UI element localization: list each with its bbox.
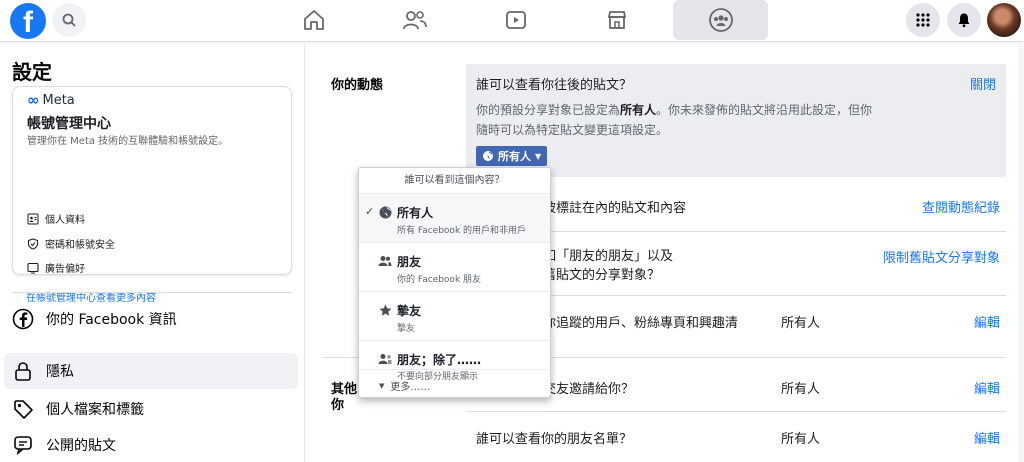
meta-brand-text: Meta: [42, 92, 75, 108]
row-divider: [466, 411, 1006, 412]
row-tagged-posts-text: 被標註在內的貼文和內容: [543, 201, 687, 216]
shield-icon: [27, 237, 39, 250]
audience-selector-label: 所有人: [498, 150, 531, 163]
search-icon: [62, 13, 76, 27]
more-options-button[interactable]: ▼ 更多……: [379, 378, 431, 394]
edit-following-link[interactable]: 編輯: [974, 312, 1000, 331]
chevron-down-icon: ▼: [535, 151, 542, 161]
lock-icon: [12, 360, 34, 382]
future-posts-question: 誰可以查看你往後的貼文？: [476, 78, 633, 93]
option-title: 朋友: [397, 255, 422, 269]
row-friend-requests-text: 交友邀請給你？: [543, 382, 635, 397]
row-friend-requests-value: 所有人: [781, 382, 821, 397]
tab-watch[interactable]: [470, 0, 562, 40]
globe-icon: [483, 151, 493, 161]
row-friends-list-value: 所有人: [781, 432, 821, 447]
accounts-item-password-security[interactable]: 密碼和帳號安全: [27, 236, 115, 251]
sidebar-item-label: 你的 Facebook 資訊: [46, 312, 177, 328]
sidebar-item-privacy[interactable]: 隱私: [4, 353, 298, 389]
friends-except-icon: [378, 352, 392, 366]
id-card-icon: [27, 213, 39, 224]
edit-friend-requests-link[interactable]: 編輯: [974, 378, 1000, 397]
audience-option-public[interactable]: ✓ 所有人 所有 Facebook 的用戶和非用戶: [359, 195, 550, 243]
accounts-center-title: 帳號管理中心: [27, 116, 111, 132]
tab-marketplace[interactable]: [571, 0, 663, 40]
globe-icon: [378, 205, 392, 219]
checkmark-icon: ✓: [365, 205, 375, 218]
accounts-item-personal-details[interactable]: 個人資料: [27, 211, 85, 226]
meta-logo: ∞ Meta: [27, 91, 75, 109]
menu-button[interactable]: [906, 3, 940, 37]
section-other-line2: 你: [331, 398, 345, 413]
friends-icon: [378, 254, 392, 268]
sidebar-item-label: 公開的貼文: [46, 438, 116, 454]
facebook-logo-letter: f: [23, 6, 33, 39]
accounts-item-label: 廣告偏好: [45, 264, 85, 275]
notifications-bell-icon: [958, 13, 970, 28]
friends-icon: [403, 11, 427, 30]
caret-down-icon: ▼: [379, 381, 385, 390]
option-subtitle: 摯友: [397, 324, 416, 334]
option-title: 摯友: [397, 304, 422, 318]
option-subtitle: 所有 Facebook 的用戶和非用戶: [397, 226, 527, 236]
option-title: 朋友；除了……: [397, 353, 482, 367]
section-your-activity: 你的動態: [331, 78, 384, 93]
meta-infinity-icon: ∞: [27, 91, 40, 109]
row-limit-past-posts-text-2: 舊貼文的分享對象？: [543, 268, 661, 283]
option-subtitle: 你的 Facebook 朋友: [397, 275, 482, 285]
speech-bubble-icon: [12, 434, 34, 456]
monitor-icon: [27, 262, 39, 273]
menu-grid-icon: [916, 13, 930, 27]
facebook-logo[interactable]: f: [10, 3, 46, 39]
audience-option-friends-except[interactable]: 朋友；除了…… 不要向部分朋友顯示: [359, 342, 550, 382]
row-following-value: 所有人: [781, 316, 821, 331]
close-link[interactable]: 關閉: [970, 74, 996, 93]
tab-groups[interactable]: [673, 0, 768, 40]
accounts-center-card[interactable]: ∞ Meta 帳號管理中心 管理你在 Meta 技術的互聯體驗和帳號設定。 個人…: [12, 86, 292, 275]
sidebar-item-public-posts[interactable]: 公開的貼文: [4, 427, 298, 462]
accounts-center-description: 管理你在 Meta 技術的互聯體驗和帳號設定。: [27, 136, 229, 147]
limit-past-posts-link[interactable]: 限制舊貼文分享對象: [883, 247, 1000, 266]
home-icon: [304, 10, 324, 30]
sidebar-item-label: 隱私: [46, 364, 74, 380]
sidebar-item-profile-tagging[interactable]: 個人檔案和標籤: [4, 391, 298, 427]
row-limit-past-posts-text-1: 如「朋友的朋友」以及: [543, 249, 674, 264]
audience-selector-button[interactable]: 所有人 ▼: [476, 146, 548, 166]
tab-friends[interactable]: [369, 0, 461, 40]
activity-log-link[interactable]: 查閱動態紀錄: [922, 197, 1000, 216]
description-bold-audience: 所有人: [620, 103, 657, 117]
settings-sidebar: 設定 ∞ Meta 帳號管理中心 管理你在 Meta 技術的互聯體驗和帳號設定。…: [0, 44, 305, 462]
edit-friends-list-link[interactable]: 編輯: [974, 428, 1000, 447]
dropdown-header: 誰可以看到這個內容？: [359, 168, 550, 194]
page-title: 設定: [12, 60, 52, 84]
sidebar-item-label: 個人檔案和標籤: [46, 402, 144, 418]
audience-option-close-friends[interactable]: 摯友 摯友: [359, 293, 550, 341]
row-friends-list-text: 誰可以查看你的朋友名單？: [476, 432, 633, 447]
future-posts-setting-panel: 誰可以查看你往後的貼文？ 關閉 你的預設分享對象已設定為所有人。你未來發佈的貼文…: [466, 64, 1006, 177]
sidebar-item-your-facebook-info[interactable]: 你的 Facebook 資訊: [4, 301, 298, 337]
future-posts-description: 你的預設分享對象已設定為所有人。你未來發佈的貼文將沿用此設定，但你隨時可以為特定…: [476, 100, 876, 140]
row-following-text: 你追蹤的用戶、粉絲專頁和興趣清: [543, 316, 739, 331]
tab-home[interactable]: [268, 0, 360, 40]
sidebar-divider: [12, 292, 292, 293]
option-title: 所有人: [397, 206, 434, 220]
tag-icon: [12, 398, 34, 420]
avatar[interactable]: [987, 3, 1021, 37]
audience-option-friends[interactable]: 朋友 你的 Facebook 朋友: [359, 244, 550, 292]
marketplace-icon: [607, 11, 627, 29]
accounts-item-ad-preferences[interactable]: 廣告偏好: [27, 260, 85, 275]
watch-icon: [506, 11, 526, 29]
groups-icon: [708, 8, 733, 32]
audience-dropdown-menu: 誰可以看到這個內容？ ✓ 所有人 所有 Facebook 的用戶和非用戶 朋友 …: [358, 167, 551, 398]
accounts-item-label: 密碼和帳號安全: [45, 240, 115, 251]
search-button[interactable]: [52, 3, 86, 37]
notifications-button[interactable]: [947, 3, 981, 37]
description-text: 你的預設分享對象已設定為: [476, 103, 621, 117]
more-options-label: 更多……: [390, 382, 431, 393]
accounts-item-label: 個人資料: [45, 215, 85, 226]
star-icon: [378, 303, 392, 317]
facebook-circle-icon: [12, 308, 34, 330]
scrollbar-track[interactable]: [1018, 44, 1024, 462]
top-navigation-bar: f: [0, 0, 1024, 42]
